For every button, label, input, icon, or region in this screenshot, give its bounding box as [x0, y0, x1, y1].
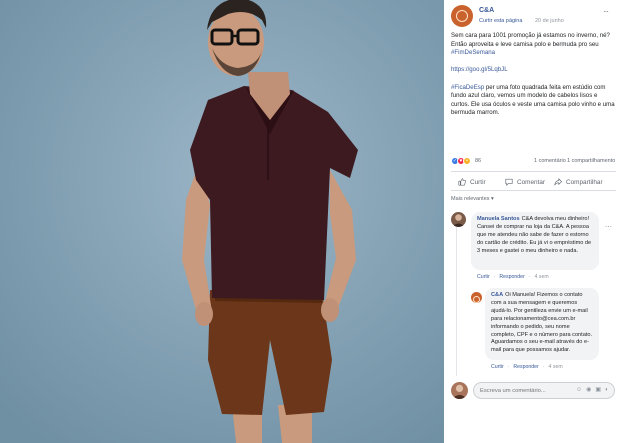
page-name[interactable]: C&A [479, 7, 494, 14]
comment-composer: ☺ ◉ ▣ ◐ [451, 380, 616, 402]
wow-reaction-icon[interactable]: • [463, 157, 471, 165]
reactions-bar: ✓ ♥ • 86 1 comentário 1 compartilhamento [451, 157, 616, 167]
avatar[interactable] [451, 382, 468, 399]
like-button[interactable]: Curtir [458, 176, 486, 188]
comment-sort-dropdown[interactable]: Mais relevantes ▾ [451, 196, 494, 202]
comment-button[interactable]: Comentar [505, 176, 545, 188]
comment-reply-link[interactable]: Responder [499, 274, 524, 280]
emoji-icon[interactable]: ☺ [576, 387, 582, 393]
post-actions: Curtir Comentar Compartilhar [451, 171, 616, 191]
avatar[interactable] [471, 292, 482, 303]
like-button-label: Curtir [470, 178, 486, 186]
share-arrow-icon [554, 178, 562, 186]
reply-bubble: C&A Oi Manuela! Fizemos o contato com a s… [485, 288, 599, 360]
user-avatar-icon [452, 214, 465, 227]
share-button[interactable]: Compartilhar [554, 176, 603, 188]
post-url-link[interactable]: https://goo.gl/5LqbJL [451, 66, 508, 73]
comment-bubble-icon [505, 178, 513, 186]
post-side-panel: C&A Curtir esta página 20 de junho ··· S… [444, 0, 620, 443]
reply-item: C&A Oi Manuela! Fizemos o contato com a s… [471, 288, 616, 373]
reaction-count[interactable]: 86 [475, 158, 481, 164]
reply-text: Oi Manuela! Fizemos o contato com a sua … [491, 292, 593, 354]
hashtag-link[interactable]: #FimDeSemana [451, 49, 495, 56]
composer-icons: ☺ ◉ ▣ ◐ [576, 387, 609, 393]
post-header: C&A Curtir esta página 20 de junho ··· [451, 5, 616, 29]
current-user-avatar-icon [452, 384, 467, 399]
camera-icon[interactable]: ◉ [586, 387, 591, 393]
comment-options-icon[interactable]: ⋯ [605, 224, 612, 231]
share-button-label: Compartilhar [566, 178, 603, 186]
more-options-icon[interactable]: ··· [603, 7, 609, 16]
comment-author[interactable]: Manuela Santos [477, 216, 520, 222]
page-avatar[interactable] [451, 5, 473, 27]
comment-like-link[interactable]: Curtir [477, 274, 490, 280]
reply-time[interactable]: 4 sem [549, 364, 563, 370]
comment-count[interactable]: 1 comentário [534, 158, 566, 164]
avatar[interactable] [451, 212, 466, 227]
thumbs-up-icon [458, 178, 466, 186]
reply-author[interactable]: C&A [491, 292, 503, 298]
comment-item: Manuela Santos C&A devolva meu dinheiro! … [451, 212, 616, 287]
reply-reply-link[interactable]: Responder [513, 364, 538, 370]
share-count[interactable]: 1 compartilhamento [567, 158, 615, 164]
comment-time[interactable]: 4 sem [535, 274, 549, 280]
comment-button-label: Comentar [517, 178, 546, 186]
reply-like-link[interactable]: Curtir [491, 364, 504, 370]
post-photo[interactable] [0, 0, 444, 443]
gif-icon[interactable]: ▣ [595, 387, 601, 393]
sticker-icon[interactable]: ◐ [605, 387, 609, 393]
comment-actions: Curtir · Responder · 4 sem [477, 274, 549, 280]
like-page-link[interactable]: Curtir esta página [479, 18, 522, 24]
model-illustration [0, 0, 444, 443]
reply-actions: Curtir · Responder · 4 sem [491, 364, 563, 370]
post-date[interactable]: 20 de junho [535, 18, 564, 24]
comment-bubble: Manuela Santos C&A devolva meu dinheiro! … [471, 212, 599, 270]
post-text: Sem cara para 1001 promoção já estamos n… [451, 32, 615, 127]
brand-logo-icon [473, 296, 480, 303]
hashtag-link-2[interactable]: #FicaDeEsp [451, 84, 484, 91]
post-text-intro: Sem cara para 1001 promoção já estamos n… [451, 32, 610, 48]
